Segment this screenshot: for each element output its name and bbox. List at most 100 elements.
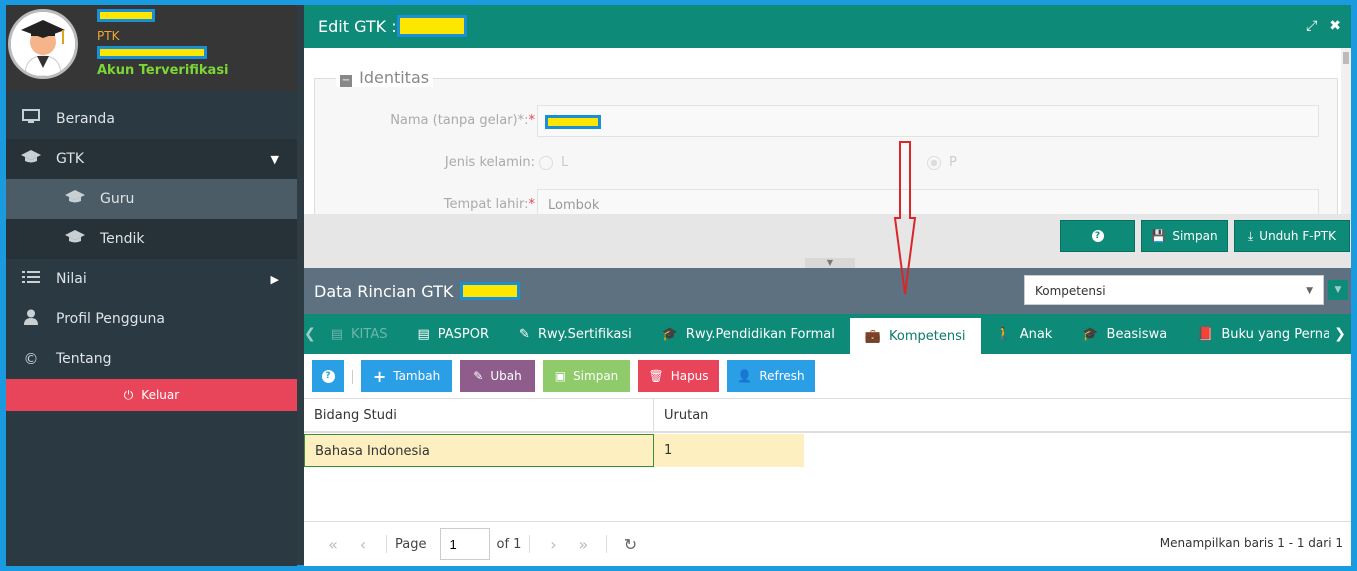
ubah-button[interactable]: ✎ Ubah	[460, 360, 535, 392]
tempat-lahir-field[interactable]: Lombok	[537, 189, 1319, 214]
nama-label: Nama (tanpa gelar)*:*	[390, 113, 535, 128]
sidebar-item-profil-pengguna[interactable]: Profil Pengguna	[6, 299, 297, 339]
simpan-label: Simpan	[1172, 229, 1218, 243]
radio-l[interactable]: L	[539, 155, 568, 170]
sidebar: PTK Akun Terverifikasi Beranda GTK ▼ Gur…	[6, 5, 297, 566]
sidebar-item-label: Nilai	[56, 271, 87, 287]
next-page-icon[interactable]: ›	[538, 535, 568, 554]
simpan-grid-button[interactable]: ▣ Simpan	[543, 360, 630, 392]
verified-status: Akun Terverifikasi	[97, 63, 229, 78]
sidebar-item-label: Tentang	[56, 351, 112, 367]
avatar	[8, 9, 78, 79]
tab-buku[interactable]: 📕Buku yang Pernah Ditulis	[1182, 314, 1351, 354]
vertical-scrollbar[interactable]	[1341, 48, 1351, 214]
pager: « ‹ Page of 1 › » ↻ Menampilkan baris 1 …	[304, 521, 1351, 566]
sidebar-item-tentang[interactable]: © Tentang	[6, 339, 297, 379]
id-card-icon: ▤	[330, 326, 344, 342]
rincian-select[interactable]: Kompetensi ▼	[1024, 275, 1324, 305]
tab-paspor[interactable]: ▤ PASPOR	[402, 314, 504, 354]
last-page-icon[interactable]: »	[568, 535, 598, 554]
cell-bidang-studi[interactable]: Bahasa Indonesia	[304, 434, 654, 467]
logout-button[interactable]: ⏻ Keluar	[6, 379, 297, 411]
power-icon: ⏻	[123, 387, 134, 402]
collapse-toggle-icon[interactable]: ▼	[1328, 280, 1348, 300]
graduation-cap-icon	[50, 190, 100, 208]
sidebar-item-gtk[interactable]: GTK ▼	[6, 139, 297, 179]
caret-down-icon: ▼	[270, 152, 279, 166]
radio-p[interactable]: P	[927, 155, 957, 170]
caret-right-icon: ▶	[270, 272, 279, 286]
column-header-urutan[interactable]: Urutan	[654, 399, 1351, 433]
rincian-title: Data Rincian GTK : (	[314, 281, 476, 301]
sidebar-item-label: Tendik	[100, 231, 145, 247]
pager-divider	[386, 535, 387, 553]
profile-role: PTK	[97, 29, 120, 43]
toolbar-divider	[352, 370, 353, 384]
tab-scroll-right-icon[interactable]: ❯	[1329, 314, 1351, 354]
unduh-fptk-button[interactable]: ⤓ Unduh F-PTK	[1234, 220, 1350, 252]
refresh-icon[interactable]: ↻	[615, 535, 645, 554]
tab-scroll-left-icon[interactable]: ❮	[304, 326, 316, 342]
hapus-button[interactable]: 🗑 Hapus	[638, 360, 719, 392]
tab-kompetensi[interactable]: 💼 Kompetensi	[849, 318, 981, 354]
identitas-fieldset: Nama (tanpa gelar)*:* Jenis kelamin: L P…	[314, 78, 1338, 214]
child-icon: 🚶	[995, 326, 1012, 342]
teacher-avatar-icon	[11, 12, 75, 76]
splitter-handle[interactable]: ▼	[805, 258, 855, 268]
graduation-cap-icon	[50, 230, 100, 248]
grid-toolbar: ? + Tambah ✎ Ubah ▣ Simpan 🗑 Hapus 👤 Refresh	[304, 354, 1351, 399]
jenis-kelamin-row: Jenis kelamin: L P	[315, 147, 1339, 179]
identitas-section: Nama (tanpa gelar)*:* Jenis kelamin: L P…	[304, 48, 1351, 214]
tambah-button[interactable]: + Tambah	[361, 360, 452, 392]
tab-rwy-pendidikan-formal[interactable]: 🎓 Rwy.Pendidikan Formal	[647, 314, 850, 354]
tab-kitas[interactable]: ▤ KITAS	[316, 314, 403, 354]
sidebar-item-beranda[interactable]: Beranda	[6, 99, 297, 139]
close-icon[interactable]: ✖	[1329, 18, 1341, 34]
briefcase-icon: 💼	[864, 328, 882, 344]
refresh-button[interactable]: 👤 Refresh	[727, 360, 815, 392]
sidebar-nav: Beranda GTK ▼ Guru Tendik Nilai ▶ Profil…	[6, 99, 297, 379]
collapse-icon: −	[340, 75, 352, 87]
unduh-label: Unduh F-PTK	[1259, 229, 1336, 243]
maximize-icon[interactable]: ⤢	[1306, 18, 1317, 34]
download-icon: ⤓	[1247, 228, 1254, 243]
nama-field[interactable]	[537, 105, 1319, 137]
help-button[interactable]: ?	[1060, 220, 1135, 252]
tab-rwy-sertifikasi[interactable]: ✎ Rwy.Sertifikasi	[504, 314, 647, 354]
pager-info: Menampilkan baris 1 - 1 dari 1	[1159, 536, 1343, 550]
kompetensi-grid: Bidang Studi Urutan Bahasa Indonesia 1	[304, 399, 1351, 521]
first-page-icon[interactable]: «	[318, 535, 348, 554]
sidebar-item-label: Profil Pengguna	[56, 311, 165, 327]
sidebar-item-tendik[interactable]: Tendik	[6, 219, 297, 259]
pager-divider	[606, 535, 608, 553]
prev-page-icon[interactable]: ‹	[348, 535, 378, 554]
simpan-button[interactable]: 💾 Simpan	[1141, 220, 1228, 252]
graduation-cap-icon: 🎓	[1082, 326, 1099, 342]
sidebar-item-nilai[interactable]: Nilai ▶	[6, 259, 297, 299]
rincian-header: Data Rincian GTK : ( Kompetensi ▼ ▼	[304, 268, 1351, 314]
edit-gtk-window: Edit GTK : ( ⤢ ✖ Nama (tanpa gelar)*:* J…	[304, 5, 1351, 566]
user-icon	[6, 309, 56, 329]
sidebar-item-guru[interactable]: Guru	[6, 179, 297, 219]
profile-panel: PTK Akun Terverifikasi	[6, 5, 297, 91]
redacted-title	[397, 15, 467, 37]
pencil-icon: ✎	[473, 369, 484, 383]
identitas-legend[interactable]: − Identitas	[336, 68, 434, 87]
pager-divider	[529, 535, 531, 553]
save-icon: 💾	[1151, 229, 1167, 243]
grid-help-button[interactable]: ?	[312, 360, 344, 392]
redacted-nama	[545, 115, 601, 129]
tab-anak[interactable]: 🚶 Anak	[981, 314, 1068, 354]
jenis-kelamin-label: Jenis kelamin:	[444, 155, 535, 170]
tab-beasiswa[interactable]: 🎓 Beasiswa	[1067, 314, 1182, 354]
page-input[interactable]	[440, 528, 491, 560]
question-icon: ?	[321, 369, 335, 383]
column-header-bidang-studi[interactable]: Bidang Studi	[304, 399, 654, 433]
tempat-lahir-label: Tempat lahir:*	[443, 197, 535, 212]
cell-urutan[interactable]: 1	[654, 434, 804, 467]
save-icon: ▣	[554, 369, 567, 383]
logout-label: Keluar	[141, 388, 180, 402]
graduation-cap-icon	[6, 150, 56, 168]
document-icon: ▤	[417, 326, 430, 342]
list-icon	[6, 270, 56, 288]
